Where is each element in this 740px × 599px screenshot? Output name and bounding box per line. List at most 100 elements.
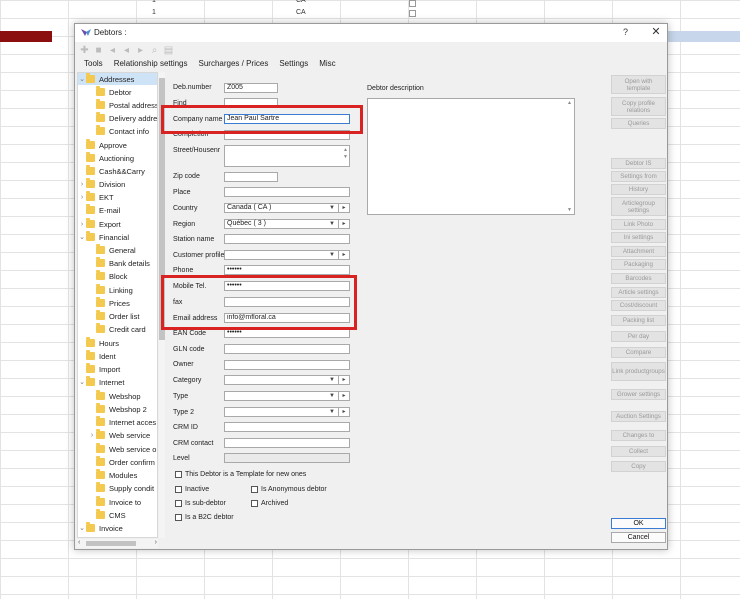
chevron-down-icon[interactable]: ▼ — [329, 204, 335, 212]
type-lookup-button[interactable]: ▸ — [339, 391, 350, 401]
queries-button[interactable]: Queries — [611, 118, 666, 129]
type-2-select[interactable]: ▼ ▸ — [224, 407, 350, 417]
region-select[interactable]: Québec ( 3 ) ▼ ▸ — [224, 219, 350, 229]
sheet-checkbox[interactable] — [409, 0, 416, 7]
article-settings-button[interactable]: Article settings — [611, 287, 666, 298]
checkbox-box[interactable] — [251, 500, 258, 507]
debtor-description-field[interactable]: ▲ ▼ — [367, 98, 575, 215]
tree-item-modules[interactable]: Modules — [96, 469, 137, 481]
grower-settings-button[interactable]: Grower settings — [611, 389, 666, 400]
tree-item-debtor[interactable]: Debtor — [96, 86, 132, 98]
tree-item-division[interactable]: › Division — [78, 178, 125, 190]
sub-debtor-checkbox[interactable]: Is sub-debtor — [175, 500, 226, 507]
link-photo-button[interactable]: Link Photo — [611, 219, 666, 230]
tree-item-invoice-to[interactable]: Invoice to — [96, 496, 141, 508]
checkbox-box[interactable] — [175, 514, 182, 521]
tree-item-cash-carry[interactable]: Cash&&Carry — [78, 165, 145, 177]
sheet-checkbox[interactable] — [409, 10, 416, 17]
checkbox-box[interactable] — [251, 486, 258, 493]
customer-profile-lookup-button[interactable]: ▸ — [339, 250, 350, 260]
back-icon[interactable]: ◂ — [107, 45, 118, 56]
help-button[interactable]: ? — [623, 27, 628, 37]
gln-code-field[interactable] — [224, 344, 350, 354]
region-value[interactable]: Québec ( 3 ) ▼ — [224, 219, 339, 229]
chevron-down-icon[interactable]: ⌄ — [78, 233, 86, 241]
chevron-down-icon[interactable]: ⌄ — [78, 75, 86, 83]
menu-relationship-settings[interactable]: Relationship settings — [114, 59, 188, 70]
forward-icon[interactable]: ◂ — [121, 45, 132, 56]
crm-id-field[interactable] — [224, 422, 350, 432]
chevron-down-icon[interactable]: ⌄ — [78, 378, 86, 386]
tree-item-webshop-2[interactable]: Webshop 2 — [96, 403, 147, 415]
close-button[interactable]: ✕ — [649, 25, 663, 39]
tree-item-bank-details[interactable]: Bank details — [96, 257, 150, 269]
spinner-icon[interactable]: ▲ ▼ — [343, 147, 348, 161]
ok-button[interactable]: OK — [611, 518, 666, 529]
packing-list-button[interactable]: Packing list — [611, 315, 666, 326]
chevron-down-icon[interactable]: ▼ — [329, 220, 335, 228]
tree-item-web-service-o[interactable]: Web service o — [96, 443, 156, 455]
owner-field[interactable] — [224, 360, 350, 370]
chevron-down-icon[interactable]: ⌄ — [78, 524, 86, 532]
chevron-right-icon[interactable]: › — [78, 181, 86, 188]
checkbox-box[interactable] — [175, 471, 182, 478]
street-field[interactable]: ▲ ▼ — [224, 145, 350, 167]
tree-item-invoice[interactable]: ⌄ Invoice — [78, 522, 123, 534]
anonymous-checkbox[interactable]: Is Anonymous debtor — [251, 486, 327, 493]
tree-item-ekt[interactable]: › EKT — [78, 191, 114, 203]
tree-item-internet[interactable]: ⌄ Internet — [78, 376, 124, 388]
packaging-button[interactable]: Packaging — [611, 259, 666, 270]
zip-code-field[interactable] — [224, 172, 278, 182]
ini-settings-button[interactable]: Ini settings — [611, 232, 666, 243]
tree-item-cms[interactable]: CMS — [96, 509, 126, 521]
tree-item-prices[interactable]: Prices — [96, 297, 130, 309]
articlegroup-settings-button[interactable]: Articlegroup settings — [611, 197, 666, 216]
type-2-value[interactable]: ▼ — [224, 407, 339, 417]
scroll-up-icon[interactable]: ▲ — [567, 100, 572, 106]
menu-misc[interactable]: Misc — [319, 59, 335, 70]
tree-item-internet-access[interactable]: Internet acces — [96, 416, 156, 428]
tree-item-supply-condition[interactable]: Supply condit — [96, 482, 154, 494]
tree-item-order-list[interactable]: Order list — [96, 310, 139, 322]
scrollbar-thumb[interactable] — [86, 541, 136, 546]
category-value[interactable]: ▼ — [224, 375, 339, 385]
template-checkbox[interactable]: This Debtor is a Template for new ones — [175, 471, 306, 478]
type-value[interactable]: ▼ — [224, 391, 339, 401]
tree-item-email[interactable]: E-mail — [78, 204, 120, 216]
customer-profile-select[interactable]: ▼ ▸ — [224, 250, 350, 260]
tree-item-credit-card[interactable]: Credit card — [96, 323, 146, 335]
phone-field[interactable]: •••••• — [224, 265, 350, 275]
tree-item-linking[interactable]: Linking — [96, 284, 133, 296]
archived-checkbox[interactable]: Archived — [251, 500, 288, 507]
category-lookup-button[interactable]: ▸ — [339, 375, 350, 385]
history-button[interactable]: History — [611, 184, 666, 195]
chevron-down-icon[interactable]: ▼ — [329, 408, 335, 416]
tree-item-postal-address[interactable]: Postal address — [96, 99, 157, 111]
compare-button[interactable]: Compare — [611, 347, 666, 358]
copy-profile-relations-button[interactable]: Copy profile relations — [611, 97, 666, 116]
station-name-field[interactable] — [224, 234, 350, 244]
menu-tools[interactable]: Tools — [84, 59, 103, 70]
description-scrollbar[interactable]: ▲ ▼ — [566, 99, 574, 214]
chevron-right-icon[interactable]: › — [78, 221, 86, 228]
open-with-template-button[interactable]: Open with template — [611, 75, 666, 94]
tree-item-export[interactable]: › Export — [78, 218, 121, 230]
barcodes-button[interactable]: Barcodes — [611, 273, 666, 284]
chevron-right-icon[interactable]: › — [88, 432, 96, 439]
cancel-button[interactable]: Cancel — [611, 532, 666, 543]
inactive-checkbox[interactable]: Inactive — [175, 486, 209, 493]
scroll-right-icon[interactable]: › — [155, 539, 157, 546]
type-select[interactable]: ▼ ▸ — [224, 391, 350, 401]
category-select[interactable]: ▼ ▸ — [224, 375, 350, 385]
tree-item-financial[interactable]: ⌄ Financial — [78, 231, 129, 243]
per-day-button[interactable]: Per day — [611, 331, 666, 342]
tree-item-general[interactable]: General — [96, 244, 136, 256]
tree-item-addresses[interactable]: ⌄ Addresses — [78, 73, 157, 85]
tree-item-block[interactable]: Block — [96, 270, 127, 282]
link-productgroups-button[interactable]: Link productgroups — [611, 362, 666, 381]
scroll-left-icon[interactable]: ‹ — [78, 539, 80, 546]
b2c-checkbox[interactable]: Is a B2C debtor — [175, 514, 234, 521]
country-select[interactable]: Canada ( CA ) ▼ ▸ — [224, 203, 350, 213]
debtor-is-button[interactable]: Debtor IS — [611, 158, 666, 169]
tree-item-web-service[interactable]: › Web service — [88, 429, 150, 441]
